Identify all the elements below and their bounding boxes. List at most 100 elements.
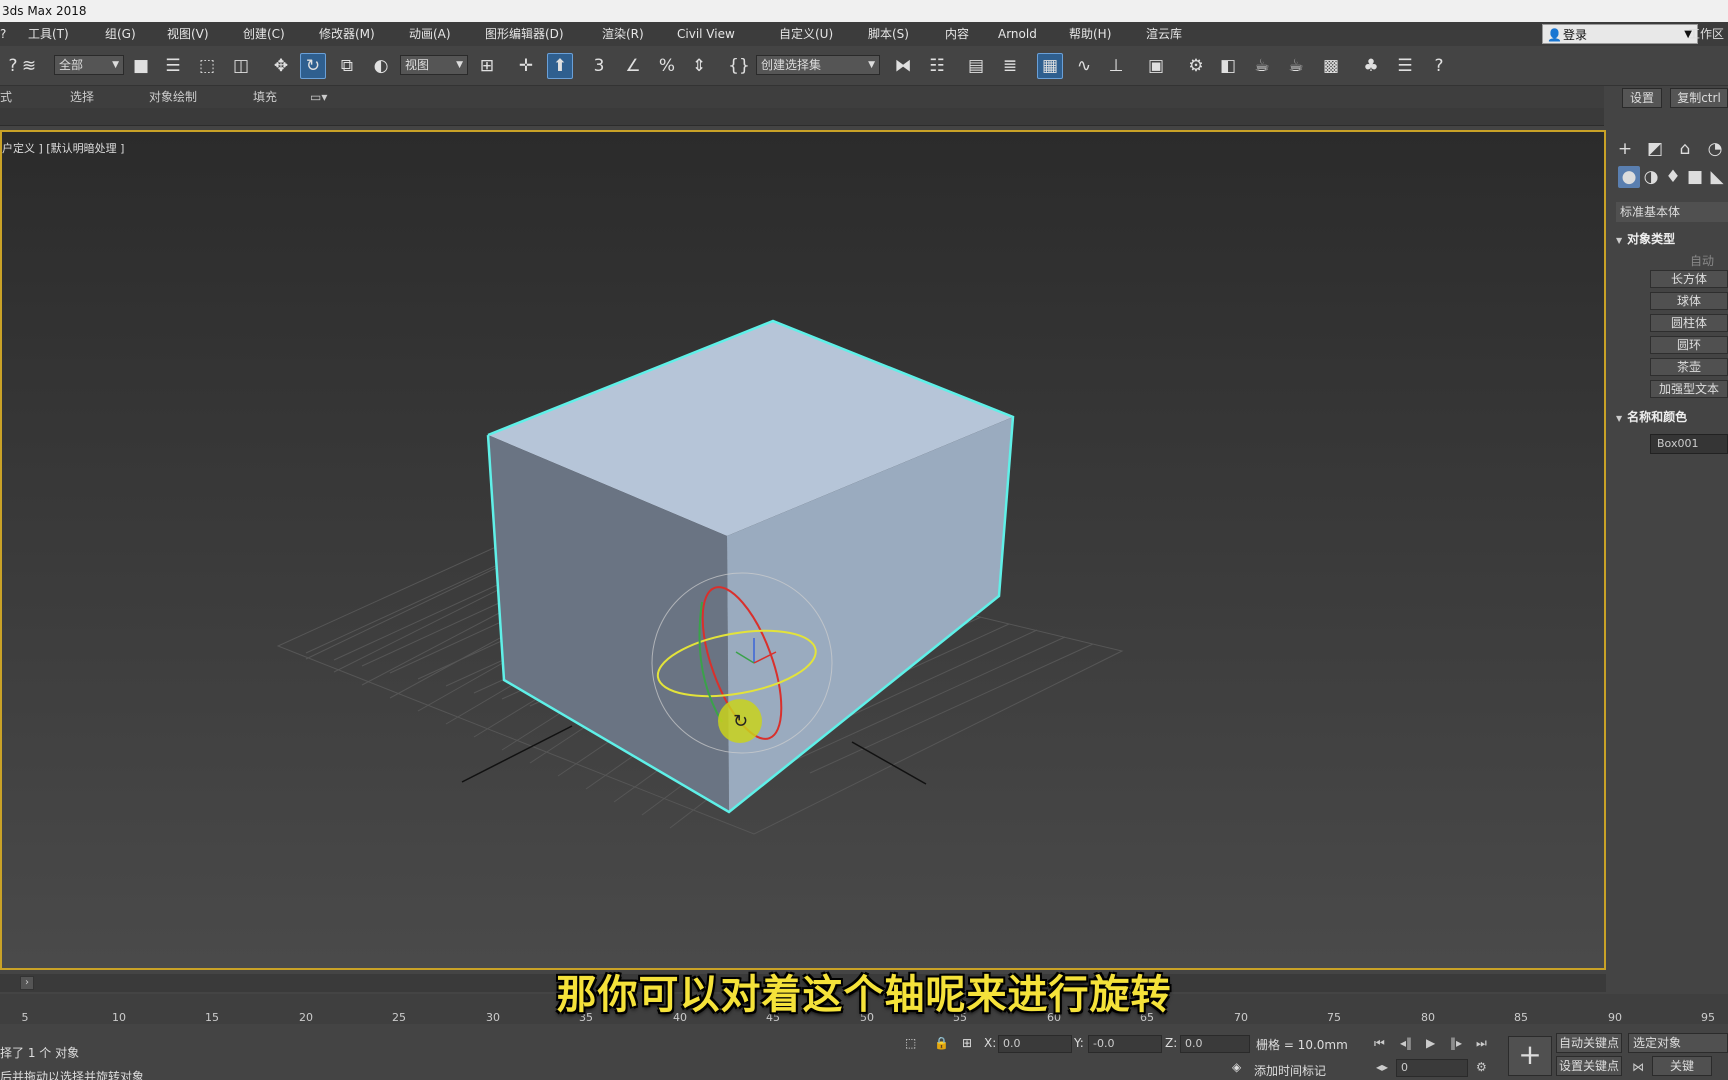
- question-circle-icon[interactable]: ?: [1426, 53, 1452, 79]
- ribbon-tab-populate[interactable]: 填充: [253, 86, 277, 108]
- menu-civil-view[interactable]: Civil View: [677, 22, 735, 46]
- hierarchy-tab-icon[interactable]: ⌂: [1674, 138, 1696, 160]
- selected-object-dropdown[interactable]: 选定对象: [1628, 1033, 1728, 1053]
- ribbon-options-icon[interactable]: ▭▾: [310, 86, 327, 108]
- rectangular-selection-icon[interactable]: ⬚: [194, 53, 220, 79]
- perspective-viewport[interactable]: 户定义 ] [默认明暗处理 ] ↻: [0, 130, 1606, 970]
- ribbon-tab-selection[interactable]: 选择: [70, 86, 94, 108]
- object-type-rollout[interactable]: ▼ 对象类型: [1616, 230, 1728, 247]
- sphere-button[interactable]: 球体: [1650, 292, 1728, 310]
- cylinder-button[interactable]: 圆柱体: [1650, 314, 1728, 332]
- menu-customize[interactable]: 自定义(U): [779, 22, 833, 46]
- mirror-icon[interactable]: ⧓: [890, 53, 916, 79]
- menu-tools[interactable]: 工具(T): [28, 22, 69, 46]
- select-object-icon[interactable]: ■: [128, 53, 154, 79]
- render-setup-icon[interactable]: ⚙: [1183, 53, 1209, 79]
- rotate-icon[interactable]: ↻: [300, 53, 326, 79]
- settings-button[interactable]: 设置: [1622, 88, 1662, 108]
- lock-icon[interactable]: 🔒: [934, 1036, 949, 1050]
- menu-scripting[interactable]: 脚本(S): [868, 22, 909, 46]
- toggle-ribbon-icon[interactable]: ▦: [1037, 53, 1063, 79]
- scene-explorer-icon[interactable]: ▤: [963, 53, 989, 79]
- isolate-icon[interactable]: ⬚: [905, 1036, 916, 1050]
- key-filters-icon[interactable]: ⋈: [1632, 1060, 1644, 1074]
- time-config-icon[interactable]: ⚙: [1476, 1060, 1487, 1074]
- shapes-icon[interactable]: ◑: [1640, 166, 1662, 188]
- current-frame-field[interactable]: 0: [1396, 1059, 1468, 1077]
- play-icon[interactable]: ▶: [1426, 1036, 1435, 1050]
- material-editor-icon[interactable]: ▣: [1143, 53, 1169, 79]
- time-tag-icon[interactable]: ◈: [1232, 1060, 1241, 1074]
- goto-end-icon[interactable]: ⏭: [1476, 1036, 1487, 1051]
- x-coordinate-field[interactable]: 0.0: [998, 1035, 1072, 1053]
- script-listener-icon[interactable]: ☰: [1392, 53, 1418, 79]
- helpers-icon[interactable]: ◣: [1706, 166, 1728, 188]
- add-time-tag[interactable]: 添加时间标记: [1254, 1062, 1326, 1079]
- menu-views[interactable]: 视图(V): [167, 22, 209, 46]
- menu-group[interactable]: 组(G): [105, 22, 136, 46]
- modify-tab-icon[interactable]: ◩: [1644, 138, 1666, 160]
- snaps-toggle-icon[interactable]: 3: [586, 53, 612, 79]
- torus-button[interactable]: 圆环: [1650, 336, 1728, 354]
- reference-coordinate-dropdown[interactable]: 视图 ▼: [400, 55, 468, 75]
- select-manipulate-icon[interactable]: ✛: [513, 53, 539, 79]
- arnold-icon[interactable]: ♣: [1358, 53, 1384, 79]
- curve-editor-icon[interactable]: ∿: [1071, 53, 1097, 79]
- render-active-shade-icon[interactable]: ☕: [1283, 53, 1309, 79]
- scale-icon[interactable]: ⧉: [334, 53, 360, 79]
- render-production-icon[interactable]: ☕: [1249, 53, 1275, 79]
- menu-modifiers[interactable]: 修改器(M): [319, 22, 375, 46]
- autogrid-checkbox[interactable]: 自动: [1690, 252, 1714, 269]
- geometry-icon[interactable]: ●: [1618, 166, 1640, 188]
- text-plus-button[interactable]: 加强型文本: [1650, 380, 1728, 398]
- name-color-rollout[interactable]: ▼ 名称和颜色: [1616, 408, 1728, 425]
- spinner-snap-icon[interactable]: ⇕: [686, 53, 712, 79]
- create-tab-icon[interactable]: +: [1614, 138, 1636, 160]
- login-dropdown[interactable]: 👤 登录 ▼: [1542, 24, 1698, 44]
- move-icon[interactable]: ✥: [268, 53, 294, 79]
- edit-named-selection-icon[interactable]: {}: [726, 53, 752, 79]
- primitive-category-dropdown[interactable]: 标准基本体: [1616, 202, 1728, 222]
- window-crossing-icon[interactable]: ◫: [228, 53, 254, 79]
- next-frame-icon[interactable]: ‖▸: [1450, 1036, 1462, 1050]
- key-mode-icon[interactable]: ◂▸: [1376, 1060, 1388, 1074]
- set-key-button[interactable]: 设置关键点: [1556, 1056, 1622, 1076]
- menu-graph-editors[interactable]: 图形编辑器(D): [485, 22, 564, 46]
- box-button[interactable]: 长方体: [1650, 270, 1728, 288]
- ribbon-tab-modeling[interactable]: 式: [0, 86, 12, 108]
- menu-create[interactable]: 创建(C): [243, 22, 285, 46]
- menu-render-cloud[interactable]: 渲云库: [1146, 22, 1182, 46]
- motion-tab-icon[interactable]: ◔: [1704, 138, 1726, 160]
- object-name-field[interactable]: Box001: [1650, 434, 1728, 454]
- y-coordinate-field[interactable]: -0.0: [1088, 1035, 1162, 1053]
- pivot-point-icon[interactable]: ⊞: [474, 53, 500, 79]
- cameras-icon[interactable]: ■: [1684, 166, 1706, 188]
- percent-snap-icon[interactable]: %: [654, 53, 680, 79]
- ribbon-tab-object-paint[interactable]: 对象绘制: [149, 86, 197, 108]
- dope-sheet-icon[interactable]: ⊥: [1103, 53, 1129, 79]
- menu-content[interactable]: 内容: [945, 22, 969, 46]
- absolute-mode-icon[interactable]: ⊞: [962, 1036, 972, 1050]
- named-selection-dropdown[interactable]: 创建选择集 ▼: [756, 55, 880, 75]
- select-by-name-icon[interactable]: ☰: [160, 53, 186, 79]
- workspace-label[interactable]: 工作区: [1688, 22, 1724, 46]
- menu-help[interactable]: 帮助(H): [1069, 22, 1111, 46]
- place-icon[interactable]: ◐: [368, 53, 394, 79]
- goto-start-icon[interactable]: ⏮: [1374, 1036, 1385, 1051]
- auto-key-button[interactable]: 自动关键点: [1556, 1033, 1622, 1053]
- keyboard-shortcut-override-icon[interactable]: ⬆: [547, 53, 573, 79]
- angle-snap-icon[interactable]: ∠: [620, 53, 646, 79]
- help-menu-icon[interactable]: ?: [0, 22, 6, 46]
- set-key-plus-button[interactable]: +: [1508, 1036, 1552, 1076]
- rendered-frame-window-icon[interactable]: ◧: [1215, 53, 1241, 79]
- layer-explorer-icon[interactable]: ≣: [997, 53, 1023, 79]
- copy-button[interactable]: 复制ctrl: [1670, 88, 1728, 108]
- z-coordinate-field[interactable]: 0.0: [1180, 1035, 1250, 1053]
- menu-animation[interactable]: 动画(A): [409, 22, 451, 46]
- bind-spacewarp-icon[interactable]: ≋: [16, 53, 42, 79]
- menu-rendering[interactable]: 渲染(R): [602, 22, 644, 46]
- lights-icon[interactable]: ♦: [1662, 166, 1684, 188]
- selection-filter-dropdown[interactable]: 全部 ▼: [54, 55, 124, 75]
- key-filters-button[interactable]: 关键: [1652, 1056, 1712, 1076]
- align-icon[interactable]: ☷: [924, 53, 950, 79]
